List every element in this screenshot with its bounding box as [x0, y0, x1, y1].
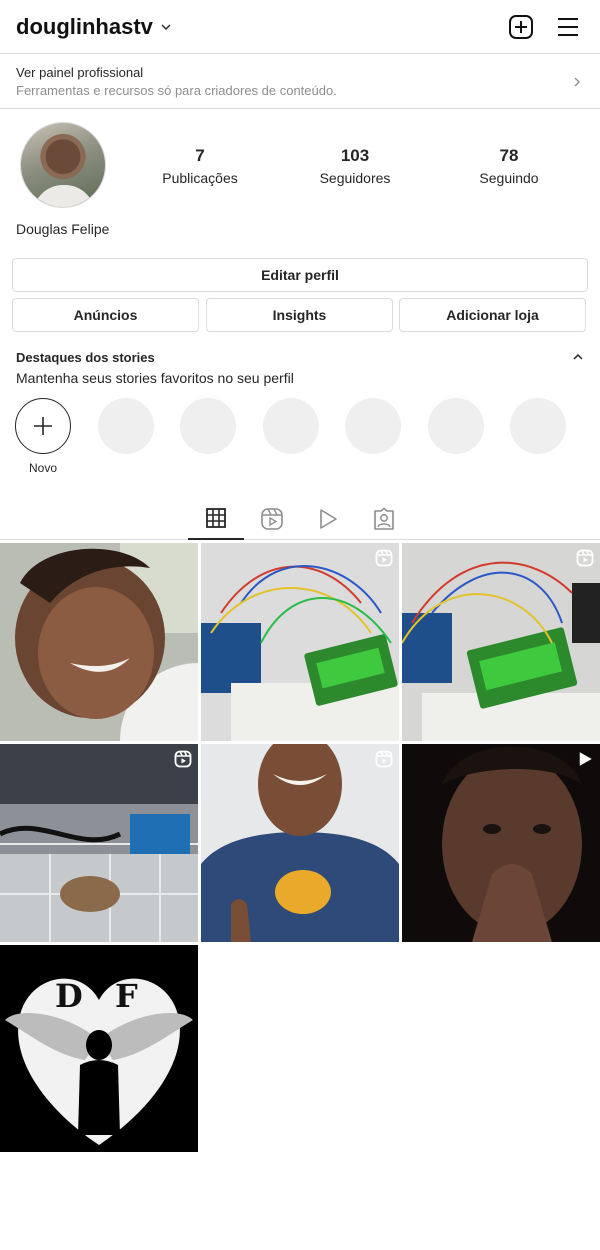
avatar[interactable] — [20, 122, 106, 208]
profile-tabs — [0, 498, 600, 540]
hamburger-menu-icon[interactable] — [555, 14, 581, 40]
tab-tagged[interactable] — [356, 498, 412, 540]
chevron-right-icon — [574, 77, 580, 87]
post-thumbnail[interactable] — [201, 543, 399, 741]
new-highlight-button[interactable] — [15, 398, 71, 454]
post-thumbnail[interactable]: D F — [0, 945, 198, 1152]
reels-badge-icon — [375, 549, 393, 567]
stat-following[interactable]: 78 Seguindo — [454, 146, 564, 186]
tagged-user-icon — [374, 507, 394, 530]
chevron-up-icon[interactable] — [572, 353, 584, 361]
pro-panel-title: Ver painel profissional — [16, 65, 144, 80]
post-thumbnail[interactable] — [402, 744, 600, 942]
stat-followers[interactable]: 103 Seguidores — [300, 146, 410, 186]
highlight-placeholder — [345, 398, 401, 454]
photo-arduino-lcd — [201, 543, 399, 741]
svg-text:D: D — [55, 977, 83, 1015]
top-bar: douglinhastv — [0, 0, 600, 54]
new-highlight-label: Novo — [28, 461, 57, 475]
video-play-icon — [320, 509, 337, 529]
following-count: 78 — [499, 146, 519, 165]
add-square-icon[interactable] — [508, 14, 534, 40]
profile-name: Douglas Felipe — [16, 221, 110, 237]
reels-badge-icon — [375, 750, 393, 768]
photo-garfield-shirt — [201, 744, 399, 942]
ads-button[interactable]: Anúncios — [12, 298, 199, 332]
posts-count: 7 — [195, 146, 205, 165]
photo-arduino-box — [0, 744, 198, 942]
add-shop-button[interactable]: Adicionar loja — [399, 298, 586, 332]
image-df-winged-logo: D F — [0, 945, 198, 1152]
tab-videos[interactable] — [300, 498, 356, 540]
followers-count: 103 — [340, 146, 370, 165]
following-label: Seguindo — [479, 170, 539, 186]
highlights-subtitle: Mantenha seus stories favoritos no seu p… — [16, 370, 294, 386]
edit-profile-button[interactable]: Editar perfil — [12, 258, 588, 292]
highlight-placeholder — [180, 398, 236, 454]
reels-badge-icon — [576, 549, 594, 567]
chevron-down-icon — [161, 24, 171, 30]
photo-selfie — [0, 543, 198, 741]
highlight-placeholder — [510, 398, 566, 454]
highlight-placeholder — [428, 398, 484, 454]
highlight-placeholder — [263, 398, 319, 454]
post-thumbnail[interactable] — [402, 543, 600, 741]
grid-icon — [206, 508, 226, 528]
svg-text:F: F — [115, 977, 138, 1015]
username: douglinhastv — [16, 14, 153, 39]
photo-night-selfie — [402, 744, 600, 942]
tab-grid[interactable] — [188, 498, 244, 540]
tab-reels[interactable] — [244, 498, 300, 540]
post-thumbnail[interactable] — [0, 543, 198, 741]
highlights-title: Destaques dos stories — [16, 350, 155, 365]
plus-icon — [34, 417, 52, 435]
stat-posts[interactable]: 7 Publicações — [145, 146, 255, 186]
reels-badge-icon — [174, 750, 192, 768]
professional-dashboard-row[interactable]: Ver painel profissional Ferramentas e re… — [0, 55, 600, 109]
followers-label: Seguidores — [319, 170, 391, 186]
pro-panel-subtitle: Ferramentas e recursos só para criadores… — [16, 83, 337, 98]
reels-icon — [261, 508, 283, 530]
posts-label: Publicações — [162, 170, 238, 186]
account-switcher[interactable]: douglinhastv — [16, 14, 171, 40]
highlight-placeholder — [98, 398, 154, 454]
post-thumbnail[interactable] — [0, 744, 198, 942]
insights-button[interactable]: Insights — [206, 298, 393, 332]
photo-arduino-lcd-2 — [402, 543, 600, 741]
post-thumbnail[interactable] — [201, 744, 399, 942]
video-badge-icon — [579, 752, 592, 766]
